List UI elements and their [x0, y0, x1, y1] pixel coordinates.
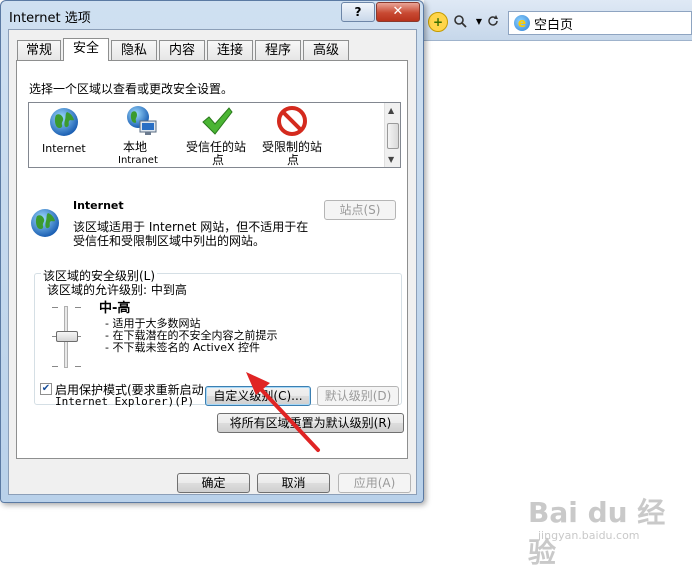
dialog-title: Internet 选项 [9, 11, 91, 26]
zone-internet-label[interactable]: Internet [42, 142, 86, 155]
scroll-up-icon[interactable]: ▲ [388, 106, 394, 115]
ok-button[interactable]: 确定 [177, 473, 250, 493]
scroll-thumb[interactable] [387, 123, 399, 149]
level-bullet: - 不下载未签名的 ActiveX 控件 [105, 341, 261, 354]
zone-instruction: 选择一个区域以查看或更改安全设置。 [29, 82, 234, 96]
cancel-button[interactable]: 取消 [257, 473, 330, 493]
zone-list-scrollbar[interactable]: ▲ ▼ [384, 103, 400, 167]
tab-security[interactable]: 安全 [63, 38, 109, 61]
apply-button[interactable]: 应用(A) [338, 473, 411, 493]
baidu-watermark: Bai du 经验 jingyan.baidu.com [528, 491, 688, 569]
reset-all-zones-button[interactable]: 将所有区域重置为默认级别(R) [217, 413, 404, 433]
refresh-icon[interactable] [484, 12, 502, 30]
checkmark-icon[interactable] [200, 105, 234, 137]
zone-trusted-line2[interactable]: 点 [212, 154, 224, 167]
slider-tick [75, 307, 81, 308]
globe-icon[interactable] [48, 106, 80, 138]
protected-mode-checkbox[interactable]: ✔ [40, 383, 52, 395]
custom-level-button[interactable]: 自定义级别(C)... [205, 386, 311, 406]
zone-list[interactable]: Internet 本地 Intranet 受信任的站 点 受限制的站 点 ▲ ▼ [28, 102, 401, 168]
tab-content[interactable]: 内容 [159, 40, 205, 60]
watermark-subtext: jingyan.baidu.com [538, 529, 640, 542]
restricted-icon[interactable] [276, 105, 308, 137]
tab-advanced[interactable]: 高级 [303, 40, 349, 60]
ie-page-icon: e [514, 15, 530, 31]
protected-mode-label-line2[interactable]: Internet Explorer)(P) [55, 395, 194, 408]
local-intranet-icon[interactable] [125, 105, 159, 137]
selected-zone-name: Internet [73, 199, 124, 212]
allowed-levels-text: 该区域的允许级别: 中到高 [47, 283, 187, 297]
add-favorite-icon[interactable]: + [428, 12, 448, 32]
tab-connections[interactable]: 连接 [207, 40, 253, 60]
address-bar[interactable]: e 空白页 [508, 11, 692, 35]
tab-general[interactable]: 常规 [17, 40, 61, 60]
scroll-down-icon[interactable]: ▼ [388, 155, 394, 164]
search-icon[interactable] [451, 12, 469, 30]
address-text: 空白页 [534, 17, 574, 33]
zone-local-intranet-line2[interactable]: Intranet [118, 154, 158, 167]
close-button[interactable]: ✕ [376, 2, 420, 22]
slider-tick [52, 307, 58, 308]
tab-privacy[interactable]: 隐私 [111, 40, 157, 60]
help-button[interactable]: ? [341, 2, 375, 22]
slider-tick [52, 366, 58, 367]
zone-restricted-line2[interactable]: 点 [287, 154, 299, 167]
zone-local-intranet-line1[interactable]: 本地 [123, 141, 147, 154]
security-slider-thumb[interactable] [56, 331, 78, 342]
security-tab-panel: 选择一个区域以查看或更改安全设置。 Internet 本地 Intranet 受… [16, 60, 408, 459]
slider-tick [75, 366, 81, 367]
default-level-button[interactable]: 默认级别(D) [317, 386, 399, 406]
selected-zone-globe-icon [29, 207, 61, 239]
sites-button[interactable]: 站点(S) [324, 200, 396, 220]
internet-options-dialog: Internet 选项 ? ✕ 常规 安全 隐私 内容 连接 程序 高级 选择一… [0, 0, 424, 503]
dialog-client-area: 常规 安全 隐私 内容 连接 程序 高级 选择一个区域以查看或更改安全设置。 I [8, 29, 417, 495]
zone-description-line2: 受信任和受限制区域中列出的网站。 [73, 234, 266, 248]
tab-programs[interactable]: 程序 [255, 40, 301, 60]
security-level-name: 中-高 [99, 301, 131, 316]
